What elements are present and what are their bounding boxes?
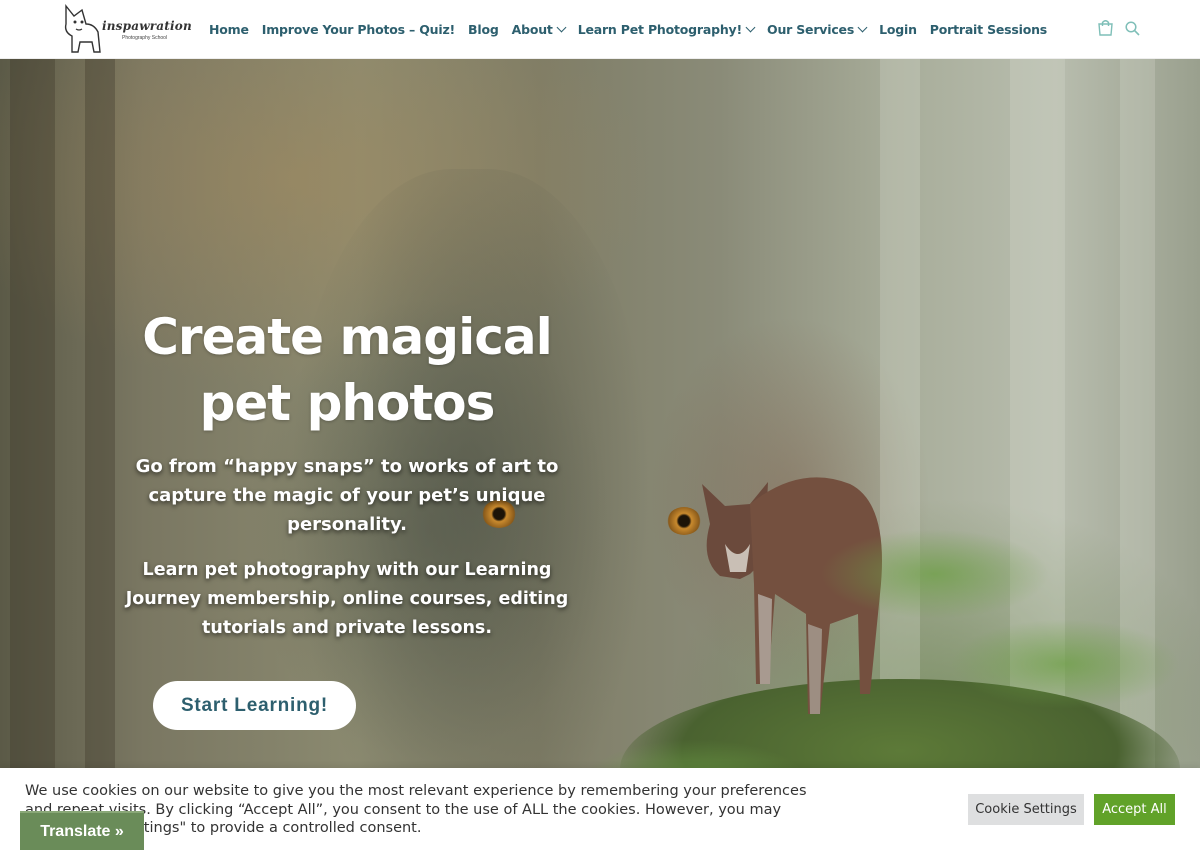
nav-item-about[interactable]: About xyxy=(511,20,567,38)
hero-title-line1: Create magical xyxy=(142,308,553,366)
chevron-down-icon xyxy=(745,22,756,32)
nav-item-our-services[interactable]: Our Services xyxy=(767,20,868,38)
search-icon[interactable] xyxy=(1125,21,1140,36)
hero-title-line2: pet photos xyxy=(199,374,496,432)
nav-item-label: Blog xyxy=(468,21,499,37)
nav-item-label: Our Services xyxy=(767,21,855,37)
logo-subtext: Photography School xyxy=(122,35,168,41)
hero-section: Create magical pet photos Go from “happy… xyxy=(0,59,1200,850)
nav-item-label: Learn Pet Photography! xyxy=(577,21,743,37)
fern-foliage xyxy=(950,619,1180,709)
cookie-settings-button[interactable]: Cookie Settings xyxy=(968,794,1084,825)
nav-item-portrait-sessions[interactable]: Portrait Sessions xyxy=(930,20,1047,38)
hero-subtitle: Go from “happy snaps” to works of art to… xyxy=(135,456,559,535)
logo-text: inspawration xyxy=(102,19,192,33)
accept-all-button[interactable]: Accept All xyxy=(1094,794,1175,825)
nav-item-blog[interactable]: Blog xyxy=(468,20,499,38)
nav-item-label: Improve Your Photos – Quiz! xyxy=(261,21,456,37)
nav-item-label: Portrait Sessions xyxy=(929,21,1048,37)
main-nav: Home Improve Your Photos – Quiz! Blog About… xyxy=(209,20,1060,38)
nav-item-label: About xyxy=(511,21,553,37)
nav-item-learn-pet-photography[interactable]: Learn Pet Photography! xyxy=(577,20,756,38)
cart-icon[interactable] xyxy=(1097,19,1114,36)
site-header: inspawration Photography School Home Impr… xyxy=(0,0,1200,59)
start-learning-button[interactable]: Start Learning! xyxy=(153,681,356,730)
translate-button[interactable]: Translate » xyxy=(20,811,144,850)
nav-item-home[interactable]: Home xyxy=(209,20,249,38)
nav-item-label: Home xyxy=(209,21,249,37)
site-logo[interactable]: inspawration Photography School xyxy=(60,2,192,56)
chevron-down-icon xyxy=(857,22,868,32)
nav-item-label: Login xyxy=(879,21,917,37)
chevron-down-icon xyxy=(556,22,567,32)
nav-item-login[interactable]: Login xyxy=(879,20,917,38)
nav-item-improve-your-photos-quiz[interactable]: Improve Your Photos – Quiz! xyxy=(262,20,455,38)
hero-title: Create magical pet photos xyxy=(97,304,597,436)
background-tree xyxy=(10,59,55,850)
hero-description: Learn pet photography with our Learning … xyxy=(125,560,569,638)
background-tree xyxy=(85,59,115,850)
fern-foliage xyxy=(820,529,1050,619)
